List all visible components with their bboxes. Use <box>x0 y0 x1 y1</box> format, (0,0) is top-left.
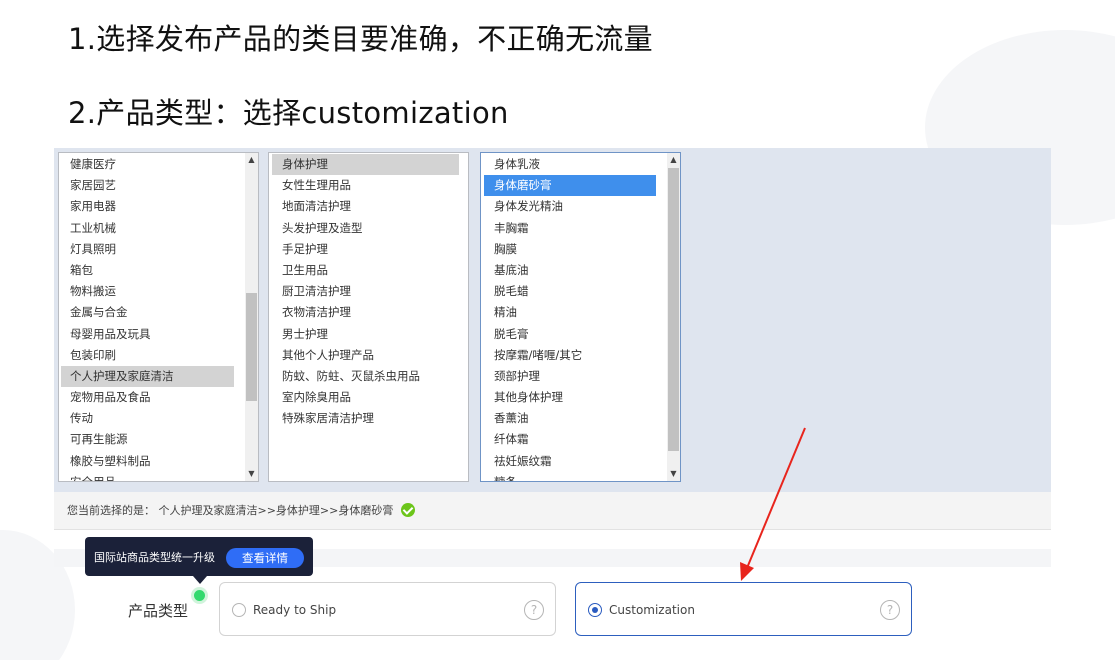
category-items: 身体乳液 身体磨砂膏 身体发光精油 丰胸霜 胸膜 基底油 脱毛蜡 精油 脱毛膏 按摩霜/啫喱/其它… <box>481 153 680 481</box>
category-list-level3[interactable]: 身体乳液 身体磨砂膏 身体发光精油 丰胸霜 胸膜 基底油 脱毛蜡 精油 脱毛膏 按摩霜/啫喱/其它… <box>480 152 681 482</box>
current-selection-path: 个人护理及家庭清洁>>身体护理>>身体磨砂膏 <box>158 504 394 517</box>
status-dot-icon <box>191 587 208 604</box>
category-items: 身体护理 女性生理用品 地面清洁护理 头发护理及造型 手足护理 卫生用品 厨卫清洁护理 衣物清… <box>269 153 468 429</box>
option-label: Ready to Ship <box>253 603 337 617</box>
category-list-item[interactable]: 厨卫清洁护理 <box>269 281 468 302</box>
category-list-item[interactable]: 传动 <box>59 408 258 429</box>
category-list-item[interactable]: 身体发光精油 <box>481 196 680 217</box>
category-list-item[interactable]: 糖条 <box>481 472 680 481</box>
tooltip-text: 国际站商品类型统一升级 <box>94 551 215 564</box>
radio-dot <box>592 607 598 613</box>
category-list-item[interactable]: 颈部护理 <box>481 366 680 387</box>
category-list-item[interactable]: 家用电器 <box>59 196 258 217</box>
category-list-item[interactable]: 胸膜 <box>481 239 680 260</box>
category-list-item[interactable]: 身体磨砂膏 <box>484 175 656 197</box>
category-list-item[interactable]: 身体护理 <box>272 154 459 176</box>
category-list-level2[interactable]: 身体护理 女性生理用品 地面清洁护理 头发护理及造型 手足护理 卫生用品 厨卫清洁护理 衣物清… <box>268 152 469 482</box>
category-list-item[interactable]: 精油 <box>481 302 680 323</box>
product-type-label: 产品类型 <box>128 602 189 620</box>
category-list-level1[interactable]: 健康医疗 家居园艺 家用电器 工业机械 灯具照明 箱包 物料搬运 金属与合金 母婴用品及玩具 包装… <box>58 152 259 482</box>
category-items: 健康医疗 家居园艺 家用电器 工业机械 灯具照明 箱包 物料搬运 金属与合金 母婴用品及玩具 包装… <box>59 153 258 481</box>
category-list-item[interactable]: 特殊家居清洁护理 <box>269 408 468 429</box>
instruction-heading-1: 1.选择发布产品的类目要准确，不正确无流量 <box>68 22 653 56</box>
category-list-item[interactable]: 基底油 <box>481 260 680 281</box>
category-list-item[interactable]: 灯具照明 <box>59 239 258 260</box>
category-list-item[interactable]: 女性生理用品 <box>269 175 468 196</box>
category-list-item[interactable]: 祛妊娠纹霜 <box>481 451 680 472</box>
category-list-item[interactable]: 地面清洁护理 <box>269 196 468 217</box>
product-type-option-ready-to-ship[interactable]: Ready to Ship ? <box>219 582 556 636</box>
category-list-item[interactable]: 卫生用品 <box>269 260 468 281</box>
category-list-item[interactable]: 防蚊、防蛀、灭鼠杀虫用品 <box>269 366 468 387</box>
view-details-button[interactable]: 查看详情 <box>226 548 304 568</box>
category-list-item[interactable]: 脱毛膏 <box>481 324 680 345</box>
scrollbar-thumb[interactable] <box>246 293 257 401</box>
category-list-item[interactable]: 香薰油 <box>481 408 680 429</box>
scroll-up-icon[interactable]: ▲ <box>667 153 680 167</box>
category-list-item[interactable]: 其他身体护理 <box>481 387 680 408</box>
check-circle-icon <box>400 503 415 517</box>
category-list-item[interactable]: 健康医疗 <box>59 154 258 175</box>
category-list-item[interactable]: 丰胸霜 <box>481 218 680 239</box>
category-list-item[interactable]: 安全用品 <box>59 472 258 481</box>
category-list-item[interactable]: 其他个人护理产品 <box>269 345 468 366</box>
category-list-item[interactable]: 脱毛蜡 <box>481 281 680 302</box>
scrollbar[interactable]: ▲ ▼ <box>667 153 680 481</box>
scrollbar[interactable]: ▲ ▼ <box>245 153 258 481</box>
scroll-up-icon[interactable]: ▲ <box>245 153 258 167</box>
category-list-item[interactable]: 可再生能源 <box>59 429 258 450</box>
category-list-item[interactable]: 金属与合金 <box>59 302 258 323</box>
category-list-item[interactable]: 头发护理及造型 <box>269 218 468 239</box>
scroll-down-icon[interactable]: ▼ <box>245 467 258 481</box>
category-list-item[interactable]: 室内除臭用品 <box>269 387 468 408</box>
category-list-item[interactable]: 包装印刷 <box>59 345 258 366</box>
category-list-item[interactable]: 母婴用品及玩具 <box>59 324 258 345</box>
category-list-item[interactable]: 纤体霜 <box>481 429 680 450</box>
upgrade-tooltip: 国际站商品类型统一升级 查看详情 <box>85 537 313 584</box>
category-selector-panel: 健康医疗 家居园艺 家用电器 工业机械 灯具照明 箱包 物料搬运 金属与合金 母婴用品及玩具 包装… <box>54 148 1051 492</box>
category-list-item[interactable]: 衣物清洁护理 <box>269 302 468 323</box>
help-circle-icon[interactable]: ? <box>880 600 900 620</box>
category-list-item[interactable]: 个人护理及家庭清洁 <box>61 365 234 388</box>
category-list-item[interactable]: 工业机械 <box>59 218 258 239</box>
current-selection-prefix: 您当前选择的是： <box>67 504 155 517</box>
category-list-item[interactable]: 手足护理 <box>269 239 468 260</box>
scroll-down-icon[interactable]: ▼ <box>667 467 680 481</box>
category-list-item[interactable]: 宠物用品及食品 <box>59 387 258 408</box>
radio-button[interactable] <box>232 603 246 617</box>
category-list-item[interactable]: 家居园艺 <box>59 175 258 196</box>
category-list-item[interactable]: 按摩霜/啫喱/其它 <box>481 345 680 366</box>
category-list-item[interactable]: 物料搬运 <box>59 281 258 302</box>
category-list-item[interactable]: 身体乳液 <box>481 154 680 175</box>
current-selection-bar: 您当前选择的是： 个人护理及家庭清洁>>身体护理>>身体磨砂膏 <box>54 492 1051 530</box>
scrollbar-thumb[interactable] <box>668 168 679 451</box>
category-list-item[interactable]: 男士护理 <box>269 324 468 345</box>
category-list-item[interactable]: 橡胶与塑料制品 <box>59 451 258 472</box>
help-circle-icon[interactable]: ? <box>524 600 544 620</box>
product-type-option-customization[interactable]: Customization ? <box>575 582 912 636</box>
slide-page: 1.选择发布产品的类目要准确，不正确无流量 2.产品类型：选择customiza… <box>0 0 1115 660</box>
category-list-item[interactable]: 箱包 <box>59 260 258 281</box>
instruction-heading-2: 2.产品类型：选择customization <box>68 96 509 130</box>
option-label: Customization <box>609 603 695 617</box>
radio-button-selected[interactable] <box>588 603 602 617</box>
